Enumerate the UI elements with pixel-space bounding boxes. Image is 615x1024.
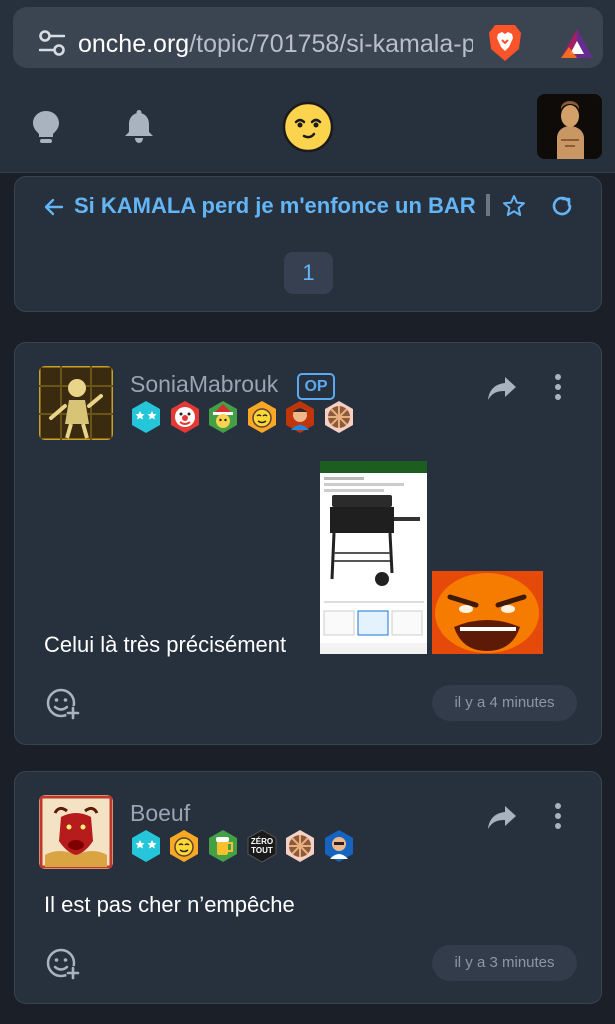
- page-1-button[interactable]: 1: [284, 252, 333, 294]
- add-reaction-icon[interactable]: [45, 945, 81, 981]
- two-stars-badge-icon: [132, 401, 160, 433]
- url-text[interactable]: onche.org/topic/701758/si-kamala-perd-je…: [78, 27, 473, 61]
- post-card: Boeuf ZÉRO TOUT Il est pas cher n’empêch…: [14, 771, 602, 1004]
- more-options-icon[interactable]: [551, 373, 565, 401]
- topic-header-card: Si KAMALA perd je m'enfonce un BAR 1: [14, 176, 602, 312]
- cake-badge-icon: [286, 830, 314, 862]
- back-arrow-icon[interactable]: [44, 197, 64, 217]
- onche-logo-smiley-icon[interactable]: [282, 101, 334, 153]
- barbecue-product-image[interactable]: [320, 461, 427, 654]
- user-profile-avatar[interactable]: [537, 94, 602, 159]
- beer-badge-icon: [209, 830, 237, 862]
- op-badge: OP: [297, 373, 335, 400]
- brave-shield-icon[interactable]: [487, 23, 523, 63]
- zero-tout-badge-text: ZÉRO TOUT: [250, 837, 274, 855]
- character-badge-icon: [286, 401, 314, 433]
- brave-rewards-icon[interactable]: [559, 27, 595, 61]
- url-domain: onche.org: [78, 30, 190, 58]
- lightbulb-icon[interactable]: [31, 110, 61, 144]
- cake-badge-icon: [325, 401, 353, 433]
- share-arrow-icon[interactable]: [487, 375, 517, 401]
- zero-tout-badge: ZÉRO TOUT: [245, 829, 279, 863]
- browser-toolbar: onche.org/topic/701758/si-kamala-perd-je…: [0, 0, 615, 78]
- app-header: [0, 78, 615, 173]
- favorite-star-icon[interactable]: [502, 194, 526, 218]
- topic-title[interactable]: Si KAMALA perd je m'enfonce un BAR: [74, 189, 490, 223]
- post-timestamp: il y a 4 minutes: [432, 685, 577, 721]
- share-arrow-icon[interactable]: [487, 804, 517, 830]
- post-timestamp: il y a 3 minutes: [432, 945, 577, 981]
- post-author-name[interactable]: Boeuf: [130, 798, 190, 828]
- jester-badge-icon: [248, 401, 276, 433]
- two-stars-badge-icon: [132, 830, 160, 862]
- post-message-text: Celui là très précisément: [44, 632, 287, 657]
- site-settings-icon[interactable]: [39, 29, 65, 57]
- angry-face-meme-image[interactable]: [432, 571, 543, 654]
- author-avatar[interactable]: [39, 366, 113, 440]
- text-cursor: [486, 194, 490, 216]
- jester-badge-icon: [170, 830, 198, 862]
- address-bar[interactable]: onche.org/topic/701758/si-kamala-perd-je…: [13, 7, 603, 68]
- red-bull-avatar-image: [39, 795, 113, 869]
- more-options-icon[interactable]: [551, 802, 565, 830]
- refresh-icon[interactable]: [550, 194, 574, 218]
- post-author-name[interactable]: SoniaMabrouk: [130, 369, 278, 399]
- add-reaction-icon[interactable]: [45, 685, 81, 721]
- character-badge-icon: [325, 830, 353, 862]
- author-avatar[interactable]: [39, 795, 113, 869]
- santa-badge-icon: [209, 401, 237, 433]
- terracotta-warrior-avatar-image: [537, 94, 602, 159]
- clown-badge-icon: [171, 401, 199, 433]
- post-message-text: Il est pas cher n’empêche: [44, 892, 295, 917]
- url-path: /topic/701758/si-kamala-perd-je-menfonce…: [189, 30, 473, 58]
- post-card: SoniaMabrouk OP Celui là très précisémen…: [14, 342, 602, 745]
- notification-bell-icon[interactable]: [123, 110, 155, 144]
- skeleton-art-avatar-image: [39, 366, 113, 440]
